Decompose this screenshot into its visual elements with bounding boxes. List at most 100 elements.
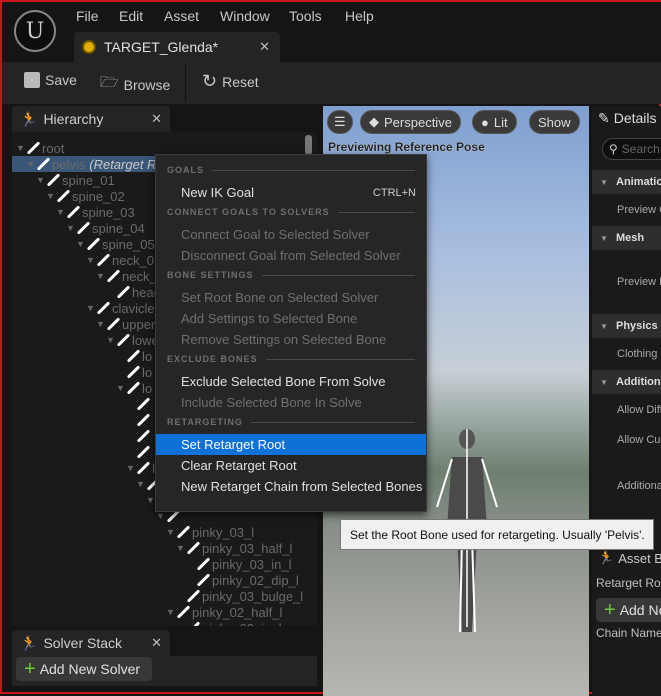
- tree-row[interactable]: ▼ lo: [116, 380, 152, 396]
- close-icon[interactable]: ✕: [259, 39, 270, 55]
- tree-row[interactable]: ▼ spine_01: [36, 172, 115, 188]
- details-category[interactable]: ▼ Physics: [592, 314, 661, 338]
- collapse-arrow-icon: ▼: [600, 377, 608, 387]
- details-property: Clothing: [592, 340, 661, 368]
- expand-arrow-icon[interactable]: ▼: [136, 479, 146, 489]
- bone-name: lo: [142, 364, 153, 380]
- details-search-input[interactable]: ⚲ Search: [602, 138, 661, 160]
- tree-row[interactable]: ▼ spine_05: [76, 236, 155, 252]
- tree-row[interactable]: [126, 396, 152, 412]
- expand-arrow-icon[interactable]: ▼: [46, 191, 56, 201]
- menu-item-set-retarget-root[interactable]: Set Retarget Root: [156, 434, 426, 455]
- expand-arrow-icon[interactable]: ▼: [156, 511, 166, 521]
- tree-row[interactable]: lo: [116, 364, 152, 380]
- menu-item-exclude-selected-bone-from-solve[interactable]: Exclude Selected Bone From Solve: [156, 371, 426, 392]
- tree-row[interactable]: ▼ spine_04: [66, 220, 145, 236]
- show-button[interactable]: Show: [529, 110, 580, 134]
- tab-details[interactable]: ✎ Details: [592, 106, 661, 130]
- menu-item-include-selected-bone-in-solve[interactable]: Include Selected Bone In Solve: [156, 392, 426, 413]
- details-label: Allow Custom: [617, 434, 661, 446]
- menu-item-set-root-bone-on-selected-solver[interactable]: Set Root Bone on Selected Solver: [156, 287, 426, 308]
- tree-row[interactable]: ▼ spine_02: [46, 188, 125, 204]
- expand-arrow-icon[interactable]: ▼: [56, 207, 66, 217]
- expand-arrow-icon[interactable]: ▼: [76, 239, 86, 249]
- menu-item-connect-goal-to-selected-solver[interactable]: Connect Goal to Selected Solver: [156, 224, 426, 245]
- viewport-menu-button[interactable]: ☰: [327, 110, 353, 134]
- add-new-chain-button[interactable]: +Add New: [596, 598, 661, 622]
- tab-solver-stack[interactable]: 🏃 Solver Stack ✕: [12, 630, 170, 656]
- collapse-arrow-icon: ▼: [600, 321, 608, 331]
- tree-row[interactable]: ▼ root: [16, 140, 64, 156]
- expand-arrow-icon[interactable]: ▼: [126, 463, 136, 473]
- lit-button[interactable]: ● Lit: [472, 110, 517, 134]
- scrollbar[interactable]: [305, 135, 312, 155]
- context-menu: GOALS New IK Goal CTRL+N CONNECT GOALS TO S…: [155, 154, 427, 512]
- expand-arrow-icon[interactable]: ▼: [176, 543, 186, 553]
- details-label: Physics: [616, 320, 658, 332]
- tree-row[interactable]: head: [106, 284, 161, 300]
- menu-tools[interactable]: Tools: [289, 8, 322, 24]
- bone-name: spine_02: [72, 188, 125, 204]
- close-icon[interactable]: ✕: [151, 635, 162, 651]
- tree-row[interactable]: pinky_02_dip_l: [186, 572, 299, 588]
- tree-row[interactable]: ▼ pinky_02_half_l: [166, 604, 282, 620]
- details-category[interactable]: ▼ Mesh: [592, 226, 661, 250]
- expand-arrow-icon[interactable]: ▼: [26, 159, 36, 169]
- tree-row[interactable]: ▼ pinky_03_l: [166, 524, 254, 540]
- menu-item-label: Clear Retarget Root: [181, 458, 297, 473]
- expand-arrow-icon[interactable]: ▼: [166, 527, 176, 537]
- menu-help[interactable]: Help: [345, 8, 374, 24]
- tree-row[interactable]: [126, 412, 152, 428]
- menu-item-add-settings-to-selected-bone[interactable]: Add Settings to Selected Bone: [156, 308, 426, 329]
- tree-row[interactable]: lo: [116, 348, 152, 364]
- save-button[interactable]: Save: [24, 72, 77, 88]
- bone-name: lo: [142, 380, 153, 396]
- details-property: Allow Different: [592, 396, 661, 424]
- tree-row[interactable]: pinky_03_in_l: [186, 556, 292, 572]
- menu-file[interactable]: File: [76, 8, 99, 24]
- menu-item-label: Add Settings to Selected Bone: [181, 311, 358, 326]
- details-category[interactable]: ▼ Additional: [592, 370, 661, 394]
- expand-arrow-icon[interactable]: ▼: [96, 271, 106, 281]
- tab-hierarchy[interactable]: 🏃 Hierarchy ✕: [12, 106, 170, 132]
- tree-row[interactable]: pinky_02_in_l: [176, 620, 282, 627]
- perspective-button[interactable]: ◆ Perspective: [360, 110, 461, 134]
- bone-name: pinky_03_in_l: [212, 556, 292, 572]
- bone-name: spine_05: [102, 236, 155, 252]
- expand-arrow-icon[interactable]: ▼: [86, 255, 96, 265]
- menu-item-clear-retarget-root[interactable]: Clear Retarget Root: [156, 455, 426, 476]
- menu-window[interactable]: Window: [220, 8, 270, 24]
- expand-arrow-icon[interactable]: ▼: [166, 607, 176, 617]
- browse-label: Browse: [123, 76, 171, 93]
- menu-item-label: Set Retarget Root: [181, 437, 286, 452]
- menu-edit[interactable]: Edit: [119, 8, 143, 24]
- expand-arrow-icon[interactable]: ▼: [16, 143, 26, 153]
- expand-arrow-icon[interactable]: ▼: [36, 175, 46, 185]
- menu-item-new-retarget-chain-from-selected-bones[interactable]: New Retarget Chain from Selected Bones: [156, 476, 426, 497]
- tree-row[interactable]: pinky_03_bulge_l: [176, 588, 303, 604]
- show-label: Show: [538, 114, 571, 130]
- expand-arrow-icon[interactable]: ▼: [66, 223, 76, 233]
- expand-arrow-icon[interactable]: ▼: [116, 383, 126, 393]
- menu-item-disconnect-goal-from-selected-solver[interactable]: Disconnect Goal from Selected Solver: [156, 245, 426, 266]
- tree-row[interactable]: ▼ neck_01: [86, 252, 161, 268]
- menu-item-remove-settings-on-selected-bone[interactable]: Remove Settings on Selected Bone: [156, 329, 426, 350]
- details-category[interactable]: ▼ Animation: [592, 170, 661, 194]
- expand-arrow-icon[interactable]: ▼: [86, 303, 96, 313]
- expand-arrow-icon[interactable]: ▼: [96, 319, 106, 329]
- tree-row[interactable]: ▼ spine_03: [56, 204, 135, 220]
- menu-asset[interactable]: Asset: [164, 8, 199, 24]
- bone-icon: [126, 365, 140, 379]
- unreal-logo-icon[interactable]: U: [14, 10, 56, 52]
- document-tab[interactable]: TARGET_Glenda* ✕: [74, 32, 280, 62]
- tree-row[interactable]: [126, 428, 152, 444]
- close-icon[interactable]: ✕: [151, 111, 162, 127]
- menu-item-new-ik-goal[interactable]: New IK Goal CTRL+N: [156, 182, 426, 203]
- reset-button[interactable]: ↻ Reset: [202, 71, 259, 92]
- expand-arrow-icon[interactable]: ▼: [106, 335, 116, 345]
- browse-button[interactable]: 🗁 Browse: [100, 72, 170, 97]
- tree-row[interactable]: ▼ clavicle_l: [86, 300, 165, 316]
- tree-row[interactable]: ▼ pinky_03_half_l: [176, 540, 292, 556]
- add-new-solver-button[interactable]: + Add New Solver: [16, 657, 152, 681]
- tree-row[interactable]: [126, 444, 152, 460]
